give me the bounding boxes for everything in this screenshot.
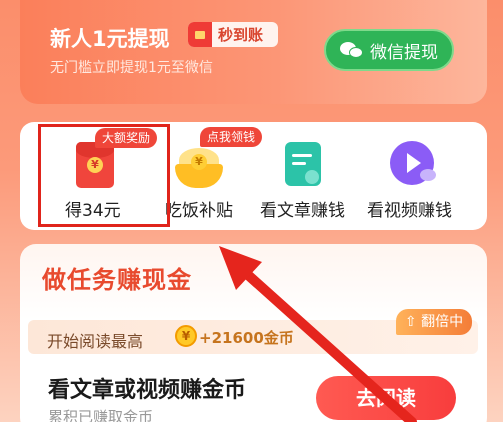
red-envelope-icon bbox=[188, 22, 212, 47]
double-badge-label: 翻倍中 bbox=[421, 314, 464, 330]
task-title: 看文章或视频赚金币 bbox=[48, 378, 247, 403]
double-badge: ⇧ 翻倍中 bbox=[396, 309, 472, 335]
withdraw-subtitle: 无门槛立即提现1元至微信 bbox=[50, 60, 213, 76]
action-label-read-articles[interactable]: 看文章赚钱 bbox=[260, 196, 345, 221]
wechat-withdraw-button[interactable]: 微信提现 bbox=[324, 29, 454, 71]
tag-claim-money: 点我领钱 bbox=[200, 127, 263, 147]
read-reward-label: 开始阅读最高 bbox=[47, 332, 144, 351]
wechat-icon bbox=[340, 40, 364, 60]
gold-coin-icon: ¥ bbox=[175, 325, 197, 347]
task-subtitle: 累积已赚取金币 bbox=[48, 408, 154, 422]
instant-badge-label: 秒到账 bbox=[218, 26, 264, 44]
action-label-watch-videos[interactable]: 看视频赚钱 bbox=[367, 196, 452, 221]
rice-bowl-icon: ¥ bbox=[175, 148, 223, 188]
highlight-box bbox=[38, 124, 170, 227]
action-label-meal-subsidy[interactable]: 吃饭补贴 bbox=[165, 196, 233, 221]
instant-badge: 秒到账 bbox=[188, 22, 278, 47]
read-reward-amount: +21600金币 bbox=[199, 329, 294, 347]
article-icon bbox=[285, 142, 321, 186]
withdraw-title: 新人1元提现 bbox=[50, 27, 170, 51]
wechat-withdraw-label: 微信提现 bbox=[370, 42, 438, 63]
tasks-section-title: 做任务赚现金 bbox=[42, 266, 192, 294]
video-play-icon bbox=[390, 141, 436, 185]
go-read-button[interactable]: 去阅读 bbox=[316, 376, 456, 420]
